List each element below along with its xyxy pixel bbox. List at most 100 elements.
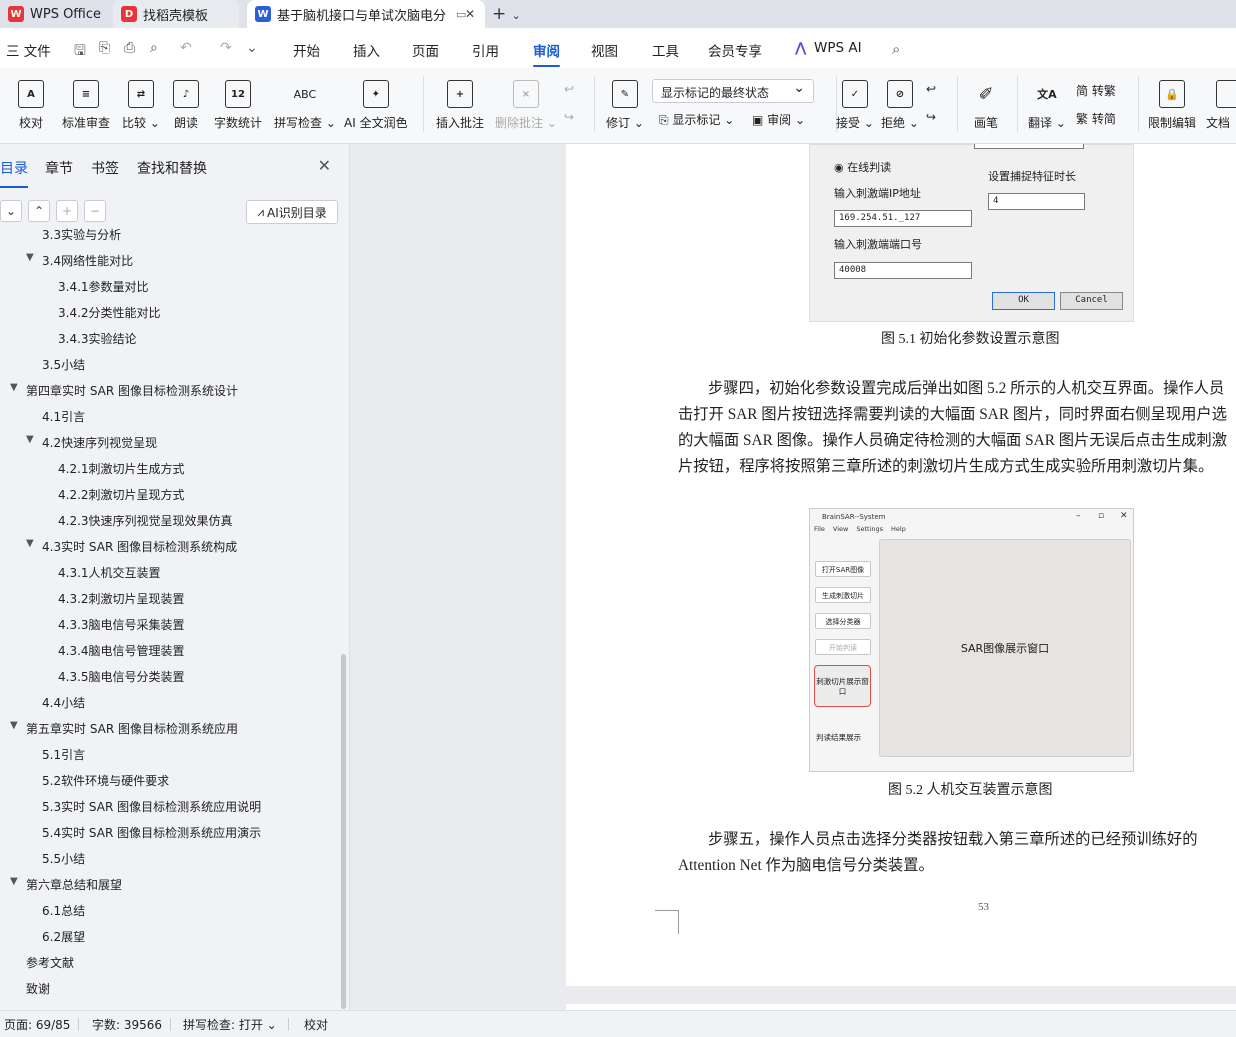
toc-item[interactable]: 4.4小结 <box>42 694 85 711</box>
menu-review[interactable]: 审阅 <box>533 40 560 67</box>
next-change-icon[interactable]: ↪ <box>926 110 936 124</box>
toc-item[interactable]: 4.2.3快速序列视觉呈现效果仿真 <box>58 512 233 529</box>
menu-member[interactable]: 会员专享 <box>708 40 762 60</box>
tab-toc[interactable]: 目录 <box>0 158 28 188</box>
search-icon[interactable]: ⌕ <box>892 40 900 58</box>
toc-item[interactable]: 致谢 <box>26 980 50 997</box>
spell-check-button[interactable]: ABC 拼写检查 ⌄ <box>274 76 336 136</box>
proofread-status[interactable]: 校对 <box>304 1016 328 1033</box>
toc-item[interactable]: 4.3.3脑电信号采集装置 <box>58 616 185 633</box>
tab-chapters[interactable]: 章节 <box>45 158 73 178</box>
toc-item[interactable]: ▼ 3.4网络性能对比 <box>26 252 133 269</box>
redo-icon[interactable]: ↷ <box>220 40 232 56</box>
toc-item[interactable]: 4.3.1人机交互装置 <box>58 564 161 581</box>
expand-triangle-icon[interactable]: ▼ <box>26 434 34 445</box>
print-icon[interactable]: ⎙ <box>124 40 135 56</box>
to-simplified-button[interactable]: 繁 转简 <box>1076 110 1116 127</box>
standard-review-button[interactable]: ≡ 标准审查 <box>62 76 110 136</box>
reject-button[interactable]: ⊘ 拒绝 ⌄ <box>881 76 919 136</box>
expand-triangle-icon[interactable]: ▼ <box>26 538 34 549</box>
track-changes-button[interactable]: ✎ 修订 ⌄ <box>606 76 644 136</box>
word-count-button[interactable]: 12 字数统计 <box>214 76 262 136</box>
toc-item[interactable]: 4.3.4脑电信号管理装置 <box>58 642 185 659</box>
tab-bookmarks[interactable]: 书签 <box>91 158 119 178</box>
menu-view[interactable]: 视图 <box>591 40 618 60</box>
tab-find-replace[interactable]: 查找和替换 <box>137 158 207 178</box>
toc-item[interactable]: 3.3实验与分析 <box>42 226 121 243</box>
to-traditional-button[interactable]: 简 转繁 <box>1076 82 1116 99</box>
insert-comment-button[interactable]: + 插入批注 <box>436 76 484 136</box>
accept-button[interactable]: ✓ 接受 ⌄ <box>836 76 874 136</box>
spell-check-status[interactable]: 拼写检查: 打开 ⌄ <box>183 1016 277 1033</box>
toc-item[interactable]: 3.4.1参数量对比 <box>58 278 149 295</box>
tab-wps-office[interactable]: W WPS Office <box>0 0 110 28</box>
menu-tools[interactable]: 工具 <box>652 40 679 60</box>
more-chevron-icon[interactable]: ⌄ <box>246 40 258 56</box>
close-pane-icon[interactable]: ✕ <box>318 156 331 175</box>
toc-item[interactable]: 5.3实时 SAR 图像目标检测系统应用说明 <box>42 798 261 815</box>
expand-triangle-icon[interactable]: ▼ <box>10 876 18 887</box>
menu-insert[interactable]: 插入 <box>353 40 380 60</box>
toc-item[interactable]: 4.3.5脑电信号分类装置 <box>58 668 185 685</box>
undo-icon[interactable]: ↶ <box>180 40 192 56</box>
expand-triangle-icon[interactable]: ▼ <box>26 252 34 263</box>
ai-polish-button[interactable]: ✦ AI 全文润色 <box>344 76 408 136</box>
menu-wps-ai[interactable]: ⋀ WPS AI <box>795 40 862 56</box>
toc-item[interactable]: ▼ 第四章实时 SAR 图像目标检测系统设计 <box>10 382 238 399</box>
translate-button[interactable]: 文A 翻译 ⌄ <box>1028 76 1066 136</box>
expand-triangle-icon[interactable]: ▼ <box>10 720 18 731</box>
ai-detect-toc-button[interactable]: ⩘ AI识别目录 <box>246 200 338 224</box>
delete-comment-button[interactable]: × 删除批注 ⌄ <box>495 76 557 136</box>
file-menu[interactable]: 三 文件 <box>6 40 51 60</box>
restrict-editing-button[interactable]: 🔒 限制编辑 <box>1148 76 1196 136</box>
export-icon[interactable]: ⎘ <box>99 40 110 56</box>
toc-item[interactable]: 4.1引言 <box>42 408 85 425</box>
tab-document[interactable]: W 基于脑机接口与单试次脑电分 ▭ ✕ <box>247 0 485 28</box>
new-tab-button[interactable]: + ⌄ <box>492 4 521 24</box>
show-markup-button[interactable]: ⎘ 显示标记 ⌄ <box>659 111 734 128</box>
toc-item[interactable]: 3.4.3实验结论 <box>58 330 137 347</box>
print-preview-icon[interactable]: ⌕ <box>150 40 158 56</box>
toc-item[interactable]: 5.2软件环境与硬件要求 <box>42 772 169 789</box>
tab-docer[interactable]: D 找稻壳模板 <box>113 0 239 28</box>
next-comment-icon[interactable]: ↪ <box>564 110 574 124</box>
menu-reference[interactable]: 引用 <box>472 40 499 60</box>
add-heading-button[interactable]: + <box>56 200 78 222</box>
proofread-button[interactable]: A 校对 <box>18 76 44 136</box>
page-indicator[interactable]: 页面: 69/85 <box>4 1016 70 1033</box>
menu-home[interactable]: 开始 <box>293 40 320 60</box>
toc-item[interactable]: ▼ 4.3实时 SAR 图像目标检测系统构成 <box>26 538 237 555</box>
toc-item[interactable]: 3.4.2分类性能对比 <box>58 304 161 321</box>
word-count[interactable]: 字数: 39566 <box>92 1016 162 1033</box>
close-tab-icon[interactable]: ✕ <box>465 7 475 21</box>
review-pane-button[interactable]: ▣ 审阅 ⌄ <box>752 111 805 128</box>
save-icon[interactable]: 🖫 <box>74 40 86 64</box>
remove-heading-button[interactable]: − <box>84 200 106 222</box>
toc-item[interactable]: ▼ 第六章总结和展望 <box>10 876 122 893</box>
menu-page[interactable]: 页面 <box>412 40 439 60</box>
prev-comment-icon[interactable]: ↩ <box>564 82 574 96</box>
toc-item[interactable]: 6.2展望 <box>42 928 85 945</box>
toc-item[interactable]: 5.4实时 SAR 图像目标检测系统应用演示 <box>42 824 261 841</box>
collapse-all-button[interactable]: ⌄ <box>0 200 22 222</box>
expand-triangle-icon[interactable]: ▼ <box>10 382 18 393</box>
markup-state-select[interactable]: 显示标记的最终状态 <box>652 79 814 103</box>
toc-scrollbar[interactable] <box>341 654 346 1009</box>
read-aloud-button[interactable]: ♪ 朗读 <box>173 76 199 136</box>
toc-item[interactable]: 参考文献 <box>26 954 74 971</box>
move-up-button[interactable]: ⌃ <box>28 200 50 222</box>
pen-button[interactable]: ✐ 画笔 <box>973 76 999 136</box>
prev-change-icon[interactable]: ↩ <box>926 82 936 96</box>
toc-item[interactable]: 4.2.1刺激切片生成方式 <box>58 460 185 477</box>
toc-item[interactable]: 6.1总结 <box>42 902 85 919</box>
toc-item[interactable]: ▼ 第五章实时 SAR 图像目标检测系统应用 <box>10 720 238 737</box>
compare-button[interactable]: ⇄ 比较 ⌄ <box>122 76 160 136</box>
online-radio[interactable]: ◉ 在线判读 <box>834 159 891 175</box>
toc-item[interactable]: 3.5小结 <box>42 356 85 373</box>
toc-item[interactable]: 5.5小结 <box>42 850 85 867</box>
toc-item[interactable]: ▼ 4.2快速序列视觉呈现 <box>26 434 157 451</box>
toc-item[interactable]: 5.1引言 <box>42 746 85 763</box>
toc-item[interactable]: 4.3.2刺激切片呈现装置 <box>58 590 185 607</box>
toc-item[interactable]: 4.2.2刺激切片呈现方式 <box>58 486 185 503</box>
document-button[interactable]: 文档 <box>1206 76 1236 136</box>
